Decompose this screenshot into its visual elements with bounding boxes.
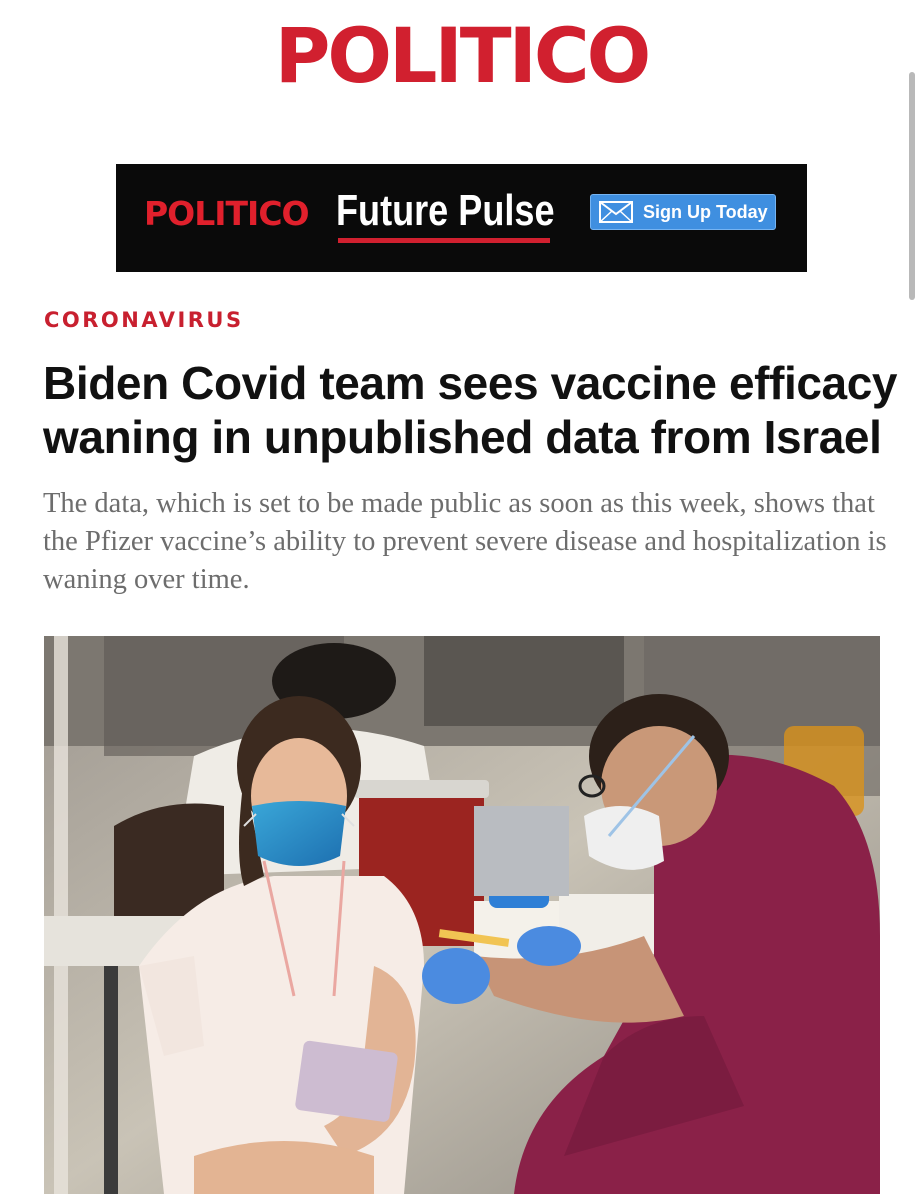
ad-banner[interactable]: POLITICO Future Pulse Sign Up Today — [116, 164, 807, 272]
scrollbar[interactable] — [909, 72, 915, 300]
sign-up-button[interactable]: Sign Up Today — [590, 194, 776, 230]
sign-up-button-label: Sign Up Today — [643, 201, 768, 222]
article-dek: The data, which is set to be made public… — [43, 488, 887, 595]
category-label[interactable]: CORONAVIRUS — [44, 306, 244, 334]
article-headline: Biden Covid team sees vaccine efficacy w… — [43, 357, 898, 463]
politico-logo[interactable]: POLITICO — [0, 14, 923, 98]
envelope-icon — [599, 201, 633, 223]
vaccination-photo-illustration — [44, 636, 880, 1194]
article-photo — [44, 636, 880, 1194]
ad-product-underline — [338, 238, 550, 243]
ad-product-name: Future Pulse — [336, 186, 555, 235]
ad-politico-logo: POLITICO — [144, 194, 310, 233]
